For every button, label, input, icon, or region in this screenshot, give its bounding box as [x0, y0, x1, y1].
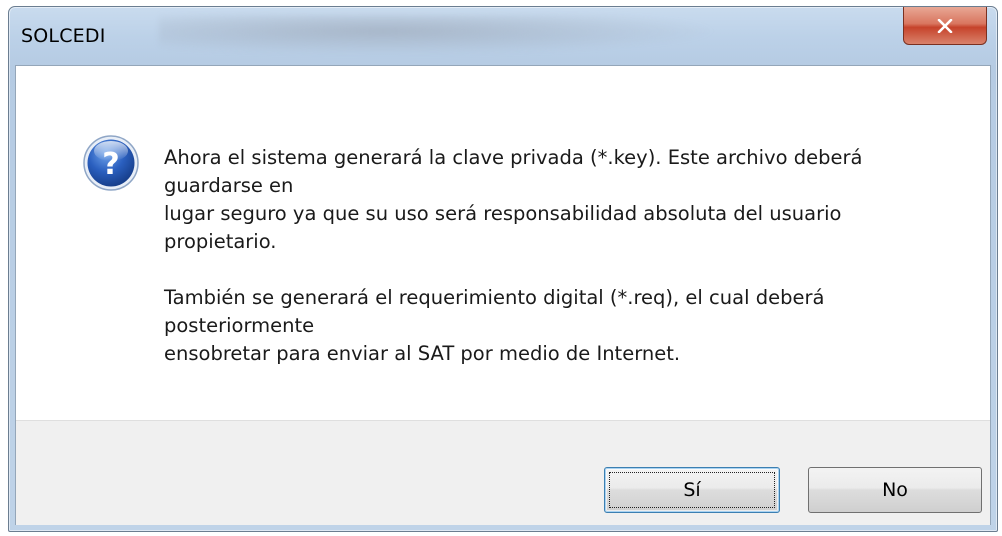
window-title: SOLCEDI [21, 25, 106, 47]
message-paragraph-1: Ahora el sistema generará la clave priva… [164, 146, 863, 253]
message-area: ? Ahora el sistema generará la clave pri… [16, 66, 990, 420]
dialog-body: ? Ahora el sistema generará la clave pri… [15, 65, 991, 525]
dialog-window: SOLCEDI ? Ahora el sistema generará la c… [8, 6, 998, 532]
no-button-label: No [882, 479, 908, 501]
button-bar: Sí No [16, 420, 990, 525]
dialog-message: Ahora el sistema generará la clave priva… [164, 144, 944, 368]
question-icon: ? [83, 135, 139, 191]
close-button[interactable] [903, 7, 987, 45]
message-paragraph-2: También se generará el requerimiento dig… [164, 286, 825, 365]
title-bar-background [159, 15, 719, 55]
title-bar[interactable]: SOLCEDI [9, 7, 997, 65]
yes-button-label: Sí [683, 479, 701, 501]
no-button[interactable]: No [808, 467, 982, 513]
yes-button[interactable]: Sí [604, 467, 780, 513]
svg-text:?: ? [102, 147, 119, 182]
close-icon [937, 18, 953, 33]
